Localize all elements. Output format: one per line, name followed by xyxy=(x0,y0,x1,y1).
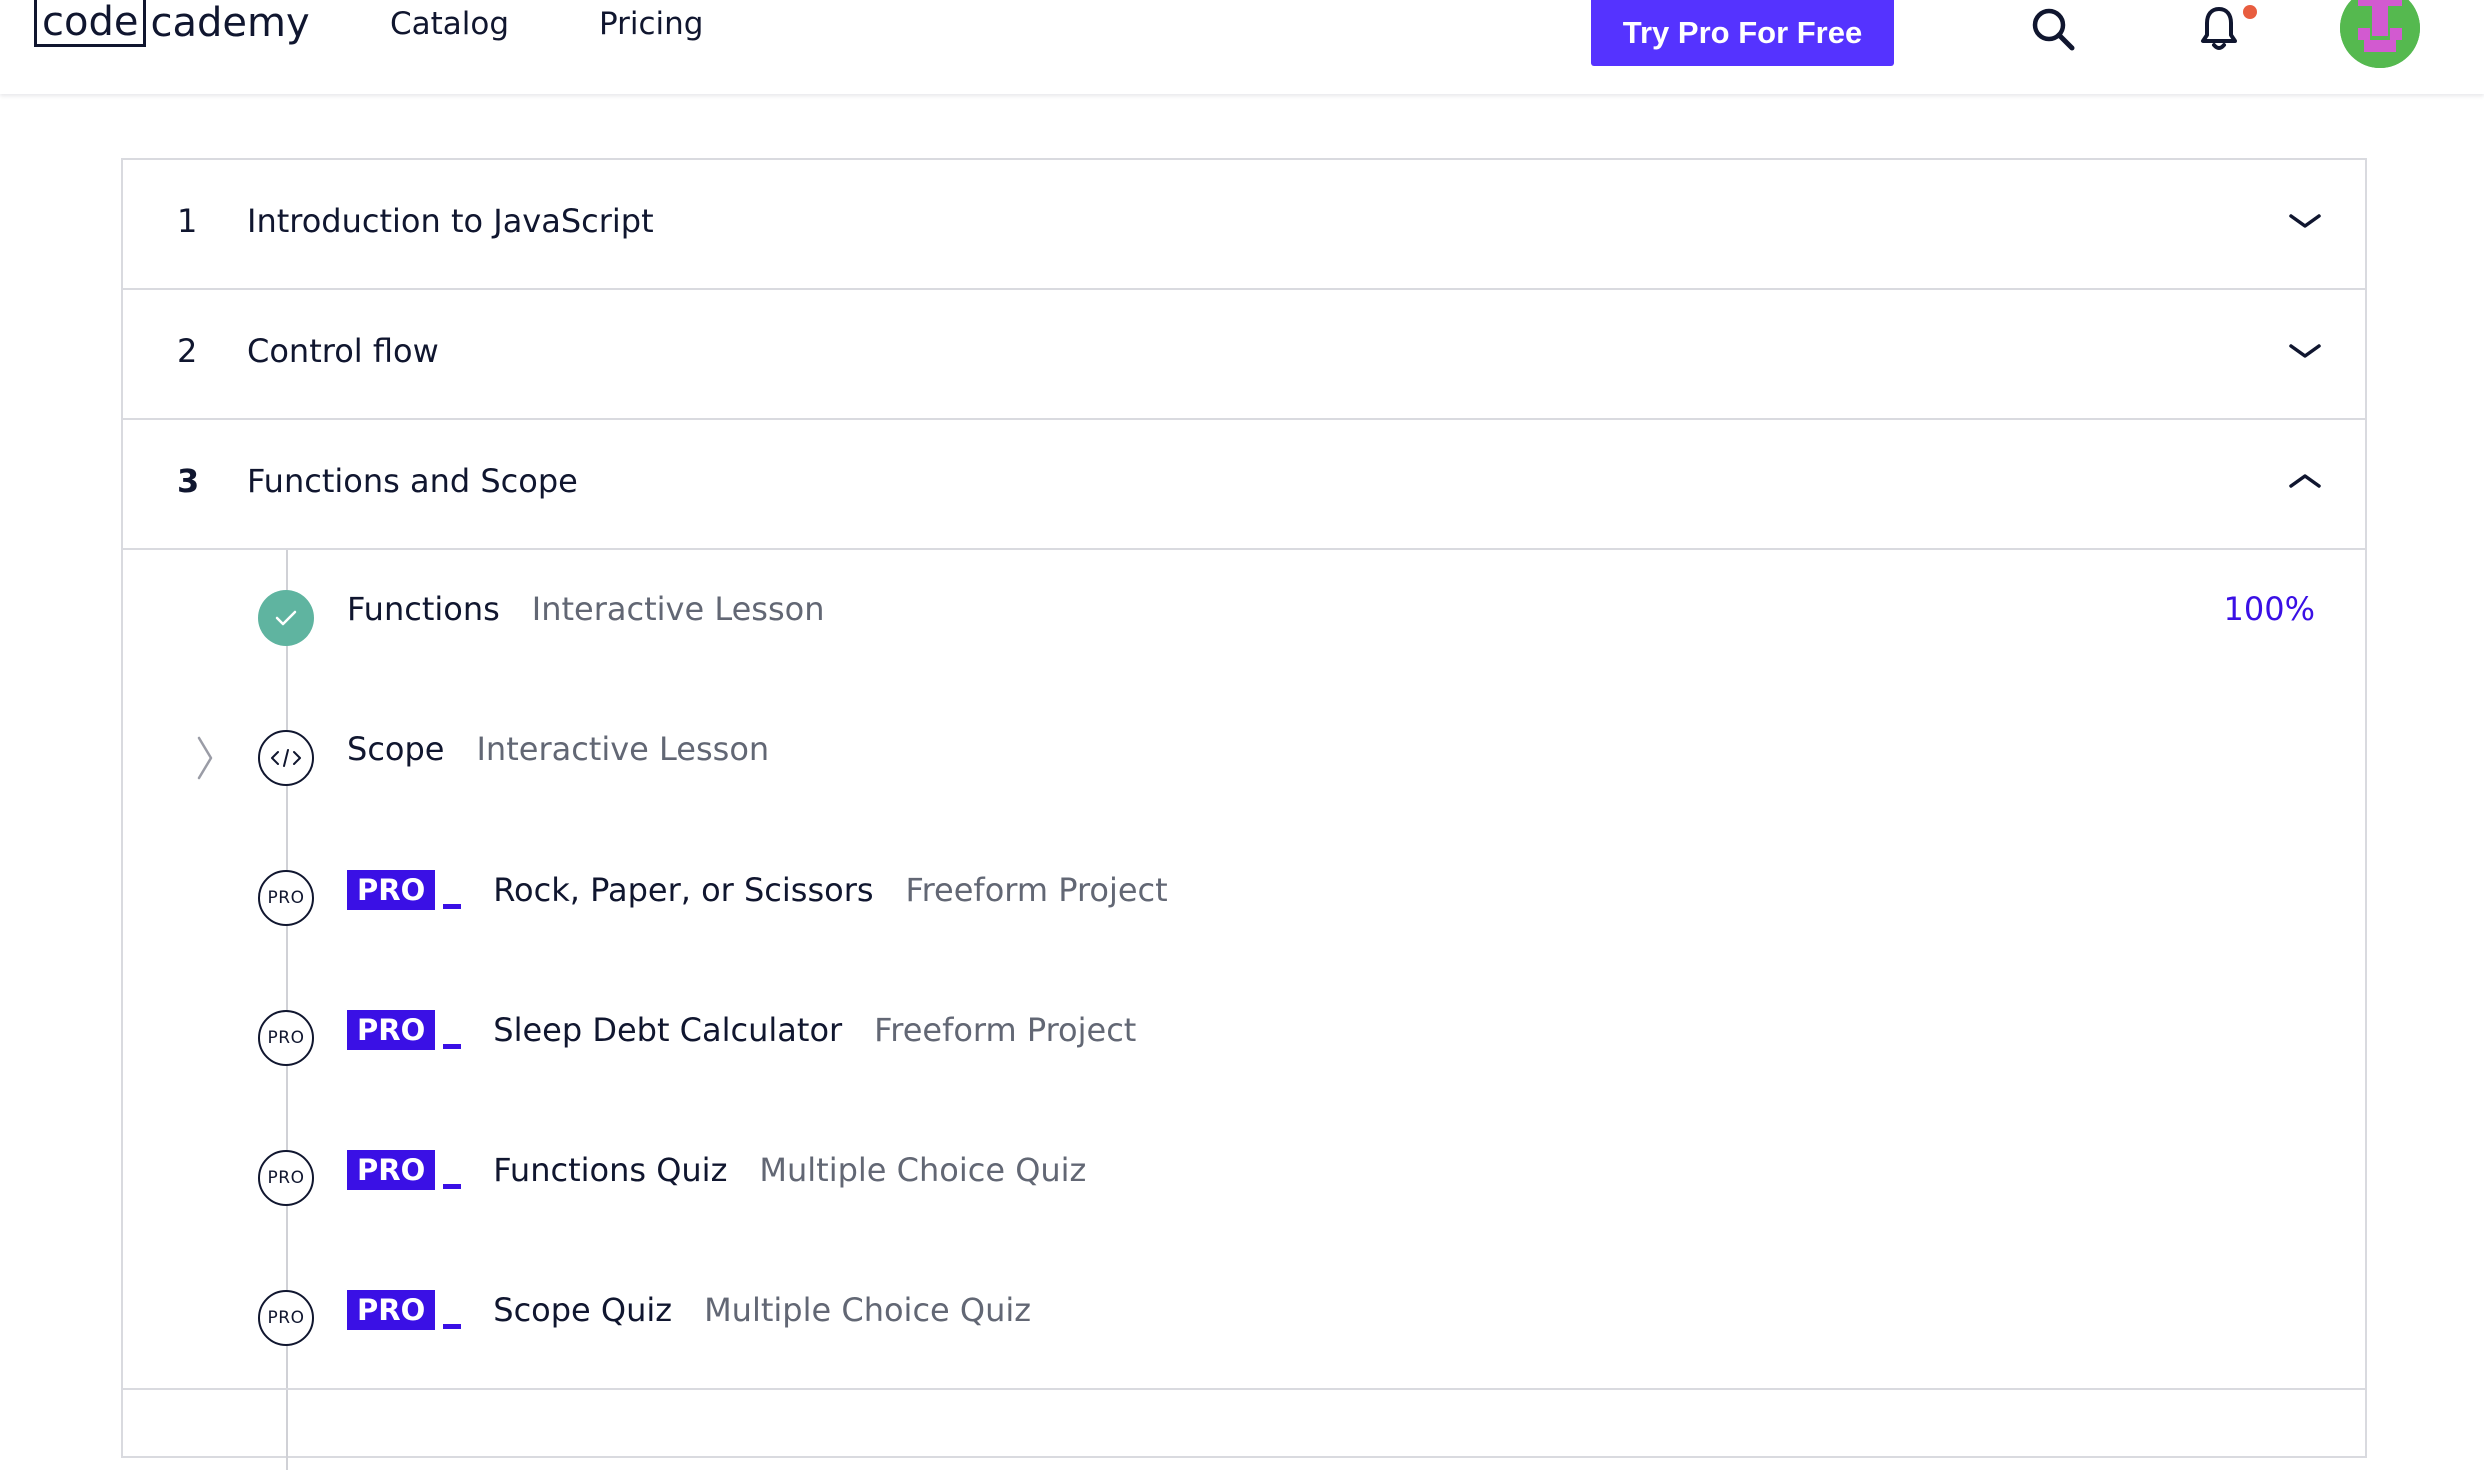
module-row[interactable]: 1 Introduction to JavaScript xyxy=(123,160,2365,290)
lesson-type: Freeform Project xyxy=(905,871,1168,909)
module-number: 3 xyxy=(177,462,200,500)
pro-ring-label: PRO xyxy=(267,888,305,908)
pro-badge: PRO xyxy=(347,1010,436,1050)
chevron-down-icon xyxy=(2289,214,2321,228)
lesson-title: Scope Quiz xyxy=(493,1291,673,1329)
lesson-item[interactable]: Scope Interactive Lesson xyxy=(123,718,2365,798)
lesson-item[interactable]: PRO PRO Functions Quiz Multiple Choice Q… xyxy=(123,1138,2365,1218)
pro-badge: PRO xyxy=(347,1290,436,1330)
top-nav-bar: code cademy Catalog Pricing Try Pro For … xyxy=(0,0,2484,94)
lesson-type: Interactive Lesson xyxy=(531,590,825,628)
module-title: Control flow xyxy=(247,332,439,370)
lesson-item[interactable]: PRO PRO Rock, Paper, or Scissors Freefor… xyxy=(123,858,2365,938)
search-icon[interactable] xyxy=(2026,2,2080,56)
codecademy-logo[interactable]: code cademy xyxy=(34,0,310,50)
lesson-title: Rock, Paper, or Scissors xyxy=(493,871,874,909)
lesson-title: Functions Quiz xyxy=(493,1151,728,1189)
pro-badge: PRO xyxy=(347,870,436,910)
check-icon xyxy=(258,590,314,646)
logo-code-text: code xyxy=(42,0,139,45)
module-number: 1 xyxy=(177,202,198,240)
module-title: Introduction to JavaScript xyxy=(247,202,654,240)
pro-lock-icon: PRO xyxy=(258,1010,314,1066)
lesson-item[interactable]: PRO PRO Scope Quiz Multiple Choice Quiz xyxy=(123,1278,2365,1358)
nav-pricing-link[interactable]: Pricing xyxy=(599,6,704,42)
logo-cademy-text: cademy xyxy=(150,0,310,46)
chevron-down-icon xyxy=(2289,344,2321,358)
user-avatar[interactable] xyxy=(2340,0,2420,68)
lesson-progress: 100% xyxy=(2223,590,2315,628)
pro-badge-cursor xyxy=(443,1183,462,1189)
nav-catalog-link[interactable]: Catalog xyxy=(390,6,509,42)
module-title: Functions and Scope xyxy=(247,462,578,500)
pro-badge: PRO xyxy=(347,1150,436,1190)
pro-lock-icon: PRO xyxy=(258,1150,314,1206)
lesson-type: Multiple Choice Quiz xyxy=(759,1151,1087,1189)
section-divider xyxy=(123,1388,2365,1390)
bell-icon[interactable] xyxy=(2194,2,2244,56)
chevron-up-icon xyxy=(2289,474,2321,488)
logo-code-box: code xyxy=(34,0,147,47)
pro-ring-label: PRO xyxy=(267,1308,305,1328)
lesson-title: Functions xyxy=(347,590,500,628)
pro-ring-label: PRO xyxy=(267,1028,305,1048)
notification-dot xyxy=(2243,5,2257,19)
module-row-expanded[interactable]: 3 Functions and Scope xyxy=(123,420,2365,550)
pro-lock-icon: PRO xyxy=(258,1290,314,1346)
pro-badge-cursor xyxy=(443,903,462,909)
chevron-right-icon[interactable] xyxy=(193,734,217,782)
pro-badge-cursor xyxy=(443,1323,462,1329)
try-pro-button[interactable]: Try Pro For Free xyxy=(1591,0,1894,66)
lesson-item[interactable]: PRO PRO Sleep Debt Calculator Freeform P… xyxy=(123,998,2365,1078)
module-number: 2 xyxy=(177,332,198,370)
pro-ring-label: PRO xyxy=(267,1168,305,1188)
lesson-title: Sleep Debt Calculator xyxy=(493,1011,843,1049)
lesson-title: Scope xyxy=(347,730,445,768)
pro-badge-cursor xyxy=(443,1043,462,1049)
code-icon xyxy=(258,730,314,786)
module-row[interactable]: 2 Control flow xyxy=(123,290,2365,420)
pro-lock-icon: PRO xyxy=(258,870,314,926)
lesson-type: Freeform Project xyxy=(874,1011,1137,1049)
lesson-type: Multiple Choice Quiz xyxy=(704,1291,1032,1329)
lesson-item[interactable]: Functions Interactive Lesson 100% xyxy=(123,578,2365,658)
syllabus-panel: 1 Introduction to JavaScript 2 Control f… xyxy=(121,158,2367,1470)
lesson-type: Interactive Lesson xyxy=(476,730,770,768)
